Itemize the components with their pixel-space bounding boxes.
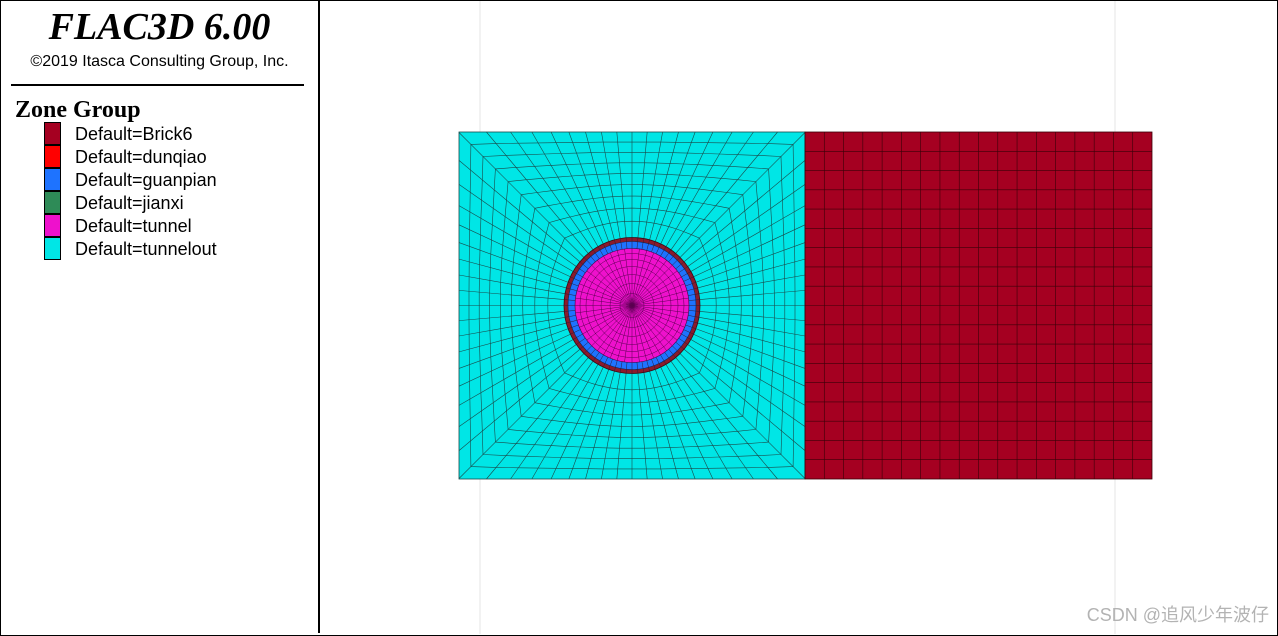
watermark: CSDN @追风少年波仔	[1086, 605, 1269, 625]
legend-swatch	[44, 237, 61, 260]
legend-label: Default=dunqiao	[75, 147, 207, 167]
legend-swatch	[44, 122, 61, 145]
legend-swatch	[44, 168, 61, 191]
legend-label: Default=jianxi	[75, 193, 184, 213]
zone-mesh	[458, 131, 1153, 480]
model-view	[458, 1, 1153, 634]
legend-title: Zone Group	[15, 97, 141, 123]
app-title: FLAC3D 6.00	[48, 6, 271, 48]
legend-divider	[11, 84, 304, 86]
legend-label: Default=guanpian	[75, 170, 217, 190]
copyright-text: ©2019 Itasca Consulting Group, Inc.	[30, 53, 289, 70]
legend-swatch	[44, 214, 61, 237]
legend-label: Default=tunnelout	[75, 239, 217, 259]
legend-panel: FLAC3D 6.00 ©2019 Itasca Consulting Grou…	[1, 1, 320, 633]
legend-label: Default=Brick6	[75, 124, 193, 144]
legend-swatch	[44, 191, 61, 214]
legend-label: Default=tunnel	[75, 216, 192, 236]
model-viewport[interactable]: CSDN @追风少年波仔	[320, 1, 1277, 634]
legend-swatch	[44, 145, 61, 168]
